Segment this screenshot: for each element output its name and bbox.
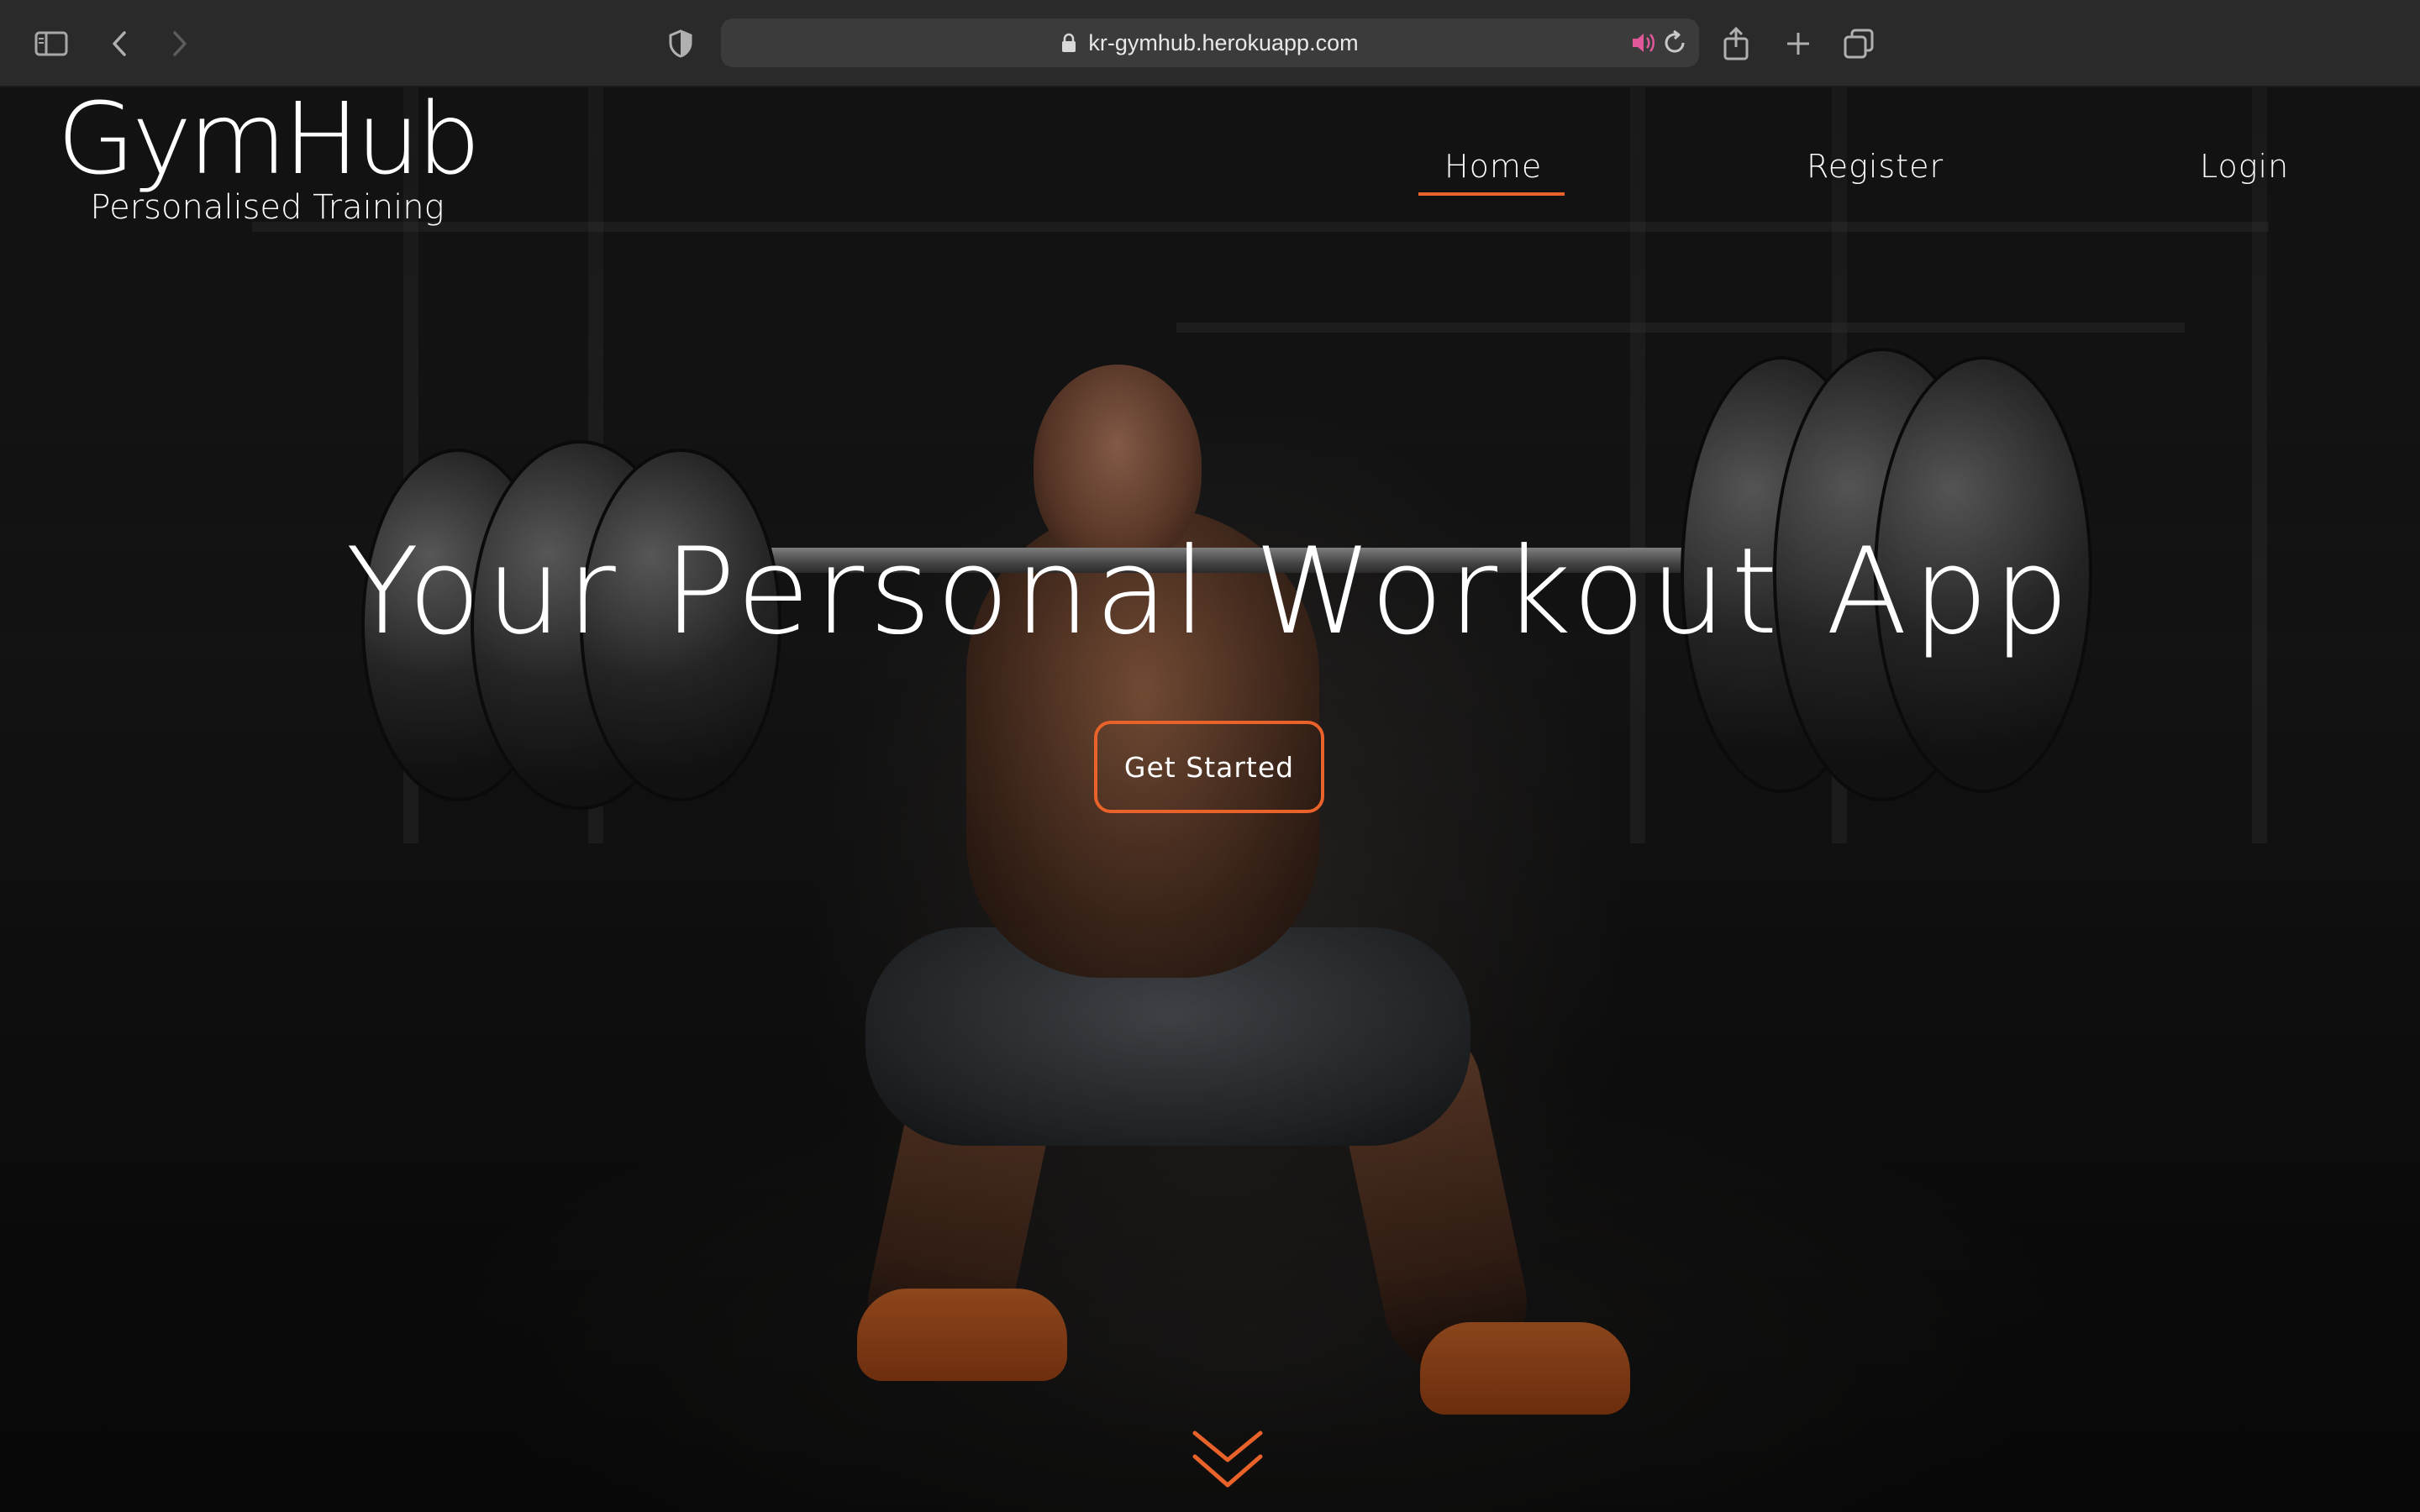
address-bar[interactable]: kr-gymhub.herokuapp.com — [721, 18, 1699, 67]
forward-icon[interactable] — [163, 20, 197, 67]
nav-home-link[interactable]: Home — [1444, 148, 1542, 185]
shield-icon[interactable] — [664, 20, 697, 67]
browser-toolbar: kr-gymhub.herokuapp.com — [0, 0, 2420, 87]
double-chevron-down-icon[interactable] — [1190, 1428, 1265, 1496]
url-text: kr-gymhub.herokuapp.com — [1088, 29, 1359, 55]
share-icon[interactable] — [1718, 20, 1754, 67]
new-tab-icon[interactable] — [1780, 20, 1817, 67]
reload-icon[interactable] — [1662, 29, 1687, 56]
back-icon[interactable] — [103, 20, 136, 67]
tabs-overview-icon[interactable] — [1840, 20, 1877, 67]
nav-login-link[interactable]: Login — [2200, 148, 2289, 185]
lock-icon — [1061, 33, 1076, 53]
nav-register-link[interactable]: Register — [1807, 148, 1944, 185]
get-started-button[interactable]: Get Started — [1094, 721, 1324, 813]
sidebar-icon[interactable] — [30, 20, 72, 67]
nav-active-indicator — [1418, 192, 1565, 196]
hero-headline: Your Personal Workout App — [345, 522, 2075, 661]
logo-title: GymHub — [56, 81, 481, 197]
speaker-icon[interactable] — [1630, 30, 1657, 55]
site-logo[interactable]: GymHub Personalised Training — [57, 89, 481, 228]
